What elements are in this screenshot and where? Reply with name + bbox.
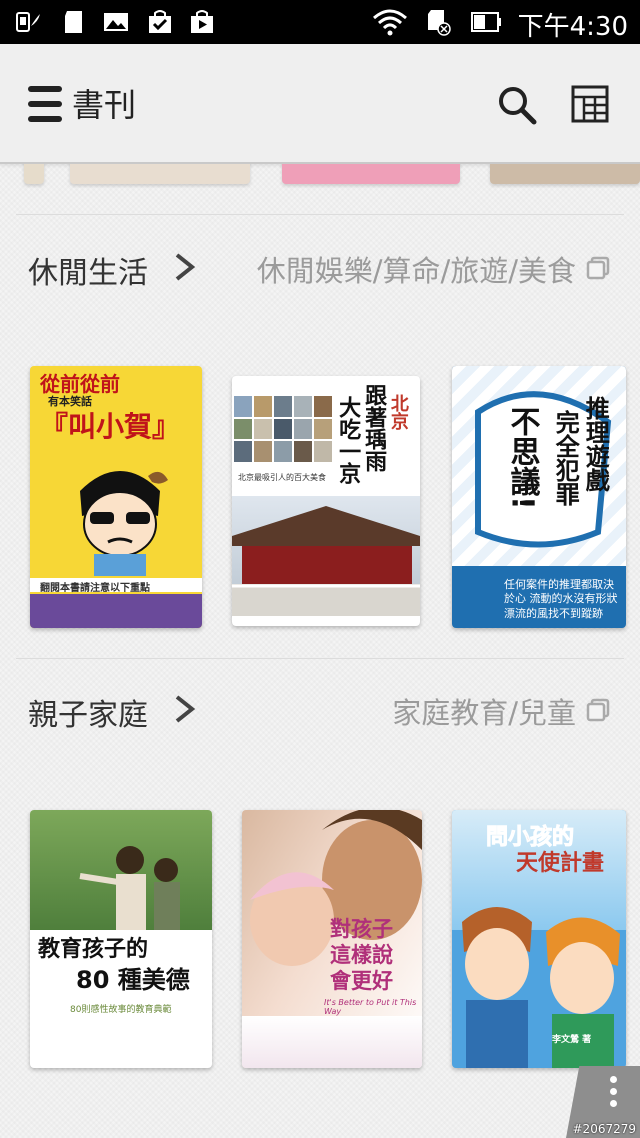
book-cover[interactable]: 推理遊戲 完全犯罪 不思議! 任何案件的推理都取決於心 流動的水沒有形狀 漂流的… <box>452 366 626 628</box>
book-cover[interactable]: 北京 跟著瑀雨 大吃一京 北京最吸引人的百大美食 <box>232 376 420 626</box>
book-title-line: 推理遊戲 <box>581 396 610 492</box>
book-subtitle: 李文鶯 著 <box>552 1035 592 1045</box>
book-title-line: 教育孩子的 <box>38 937 149 962</box>
watermark: #2067279 <box>572 1122 637 1136</box>
book-subtitle: 北京最吸引人的百大美食 <box>238 473 326 482</box>
section-divider <box>16 214 624 215</box>
image-icon <box>104 13 128 31</box>
search-icon[interactable] <box>496 84 538 126</box>
book-cover[interactable]: 對孩子 這樣說 會更好 It's Better to Put it This W… <box>242 810 422 1068</box>
book-cover[interactable] <box>490 164 640 184</box>
section-divider <box>16 658 624 659</box>
book-cover[interactable] <box>282 164 460 184</box>
book-title-line: 從前從前 <box>40 372 120 396</box>
play-store-icon <box>191 10 213 33</box>
book-title-line: 對孩子 <box>330 917 393 941</box>
cartoon-illustration <box>462 907 620 1068</box>
book-cover[interactable]: 問小孩的 天使計畫 李文鶯 著 <box>452 810 626 1068</box>
book-subtitle: It's Better to Put it This Way <box>324 998 417 1016</box>
book-subtitle: 翻閱本書請注意以下重點 <box>40 583 150 594</box>
open-external-icon[interactable] <box>586 698 610 722</box>
book-cover[interactable] <box>24 164 44 184</box>
photo-illustration <box>79 846 180 930</box>
book-title-line: 北京 <box>387 394 409 430</box>
book-subtitle: 任何案件的推理都取決於心 流動的水沒有形狀 漂流的風找不到蹤跡 <box>504 578 618 620</box>
book-title-line: 跟著瑀雨 <box>361 384 387 472</box>
page-title: 書刊 <box>72 86 137 124</box>
menu-icon[interactable] <box>26 84 66 124</box>
chevron-right-icon[interactable] <box>172 252 198 282</box>
book-cover[interactable]: 教育孩子的 80 種美德 80則感性故事的教育典範 <box>30 810 212 1068</box>
app-bar: 書刊 <box>0 44 640 164</box>
previous-section-books <box>0 164 640 188</box>
book-title-line: 80 種美德 <box>76 966 190 994</box>
book-title-line: 會更好 <box>330 969 393 993</box>
book-title-line: 天使計畫 <box>516 851 605 876</box>
section-leisure: 休閒生活 休閒娛樂/算命/旅遊/美食 從前從前 有本笑話 『叫小賀』 翻閱本書請… <box>0 188 640 658</box>
book-title-line: 完全犯罪 <box>551 410 580 506</box>
chevron-right-icon[interactable] <box>172 694 198 724</box>
book-title-line: 有本笑話 <box>48 395 92 408</box>
book-title-line: 『叫小賀』 <box>40 410 181 443</box>
cartoon-illustration <box>80 471 168 576</box>
grid-view-icon[interactable] <box>570 84 610 124</box>
book-cover[interactable]: 從前從前 有本笑話 『叫小賀』 翻閱本書請注意以下重點 <box>30 366 202 628</box>
status-bar: 下午4:30 <box>0 0 640 44</box>
shopping-bag-icon <box>149 10 171 33</box>
section-title[interactable]: 休閒生活 <box>28 248 148 292</box>
palace-illustration <box>232 506 420 616</box>
section-subcategories[interactable]: 休閒娛樂/算命/旅遊/美食 <box>257 248 576 290</box>
book-subtitle: 80則感性故事的教育典範 <box>70 1005 172 1015</box>
book-title-line: 不思議! <box>504 406 540 510</box>
battery-icon <box>471 12 501 32</box>
book-title-line: 這樣說 <box>330 943 393 967</box>
book-cover[interactable] <box>70 164 250 184</box>
sd-card-error-icon <box>428 10 451 36</box>
book-title-line: 大吃一京 <box>335 396 361 484</box>
clock: 下午4:30 <box>517 12 628 42</box>
sd-card-icon <box>65 11 82 33</box>
sim-card-icon <box>16 12 40 32</box>
section-subcategories[interactable]: 家庭教育/兒童 <box>392 690 576 732</box>
open-external-icon[interactable] <box>586 256 610 280</box>
wifi-icon <box>373 9 407 36</box>
section-title[interactable]: 親子家庭 <box>28 690 148 734</box>
book-title-line: 問小孩的 <box>485 825 575 850</box>
section-family: 親子家庭 家庭教育/兒童 教育孩子的 80 種美德 80則感性故事的教育典範 對… <box>0 658 640 1078</box>
